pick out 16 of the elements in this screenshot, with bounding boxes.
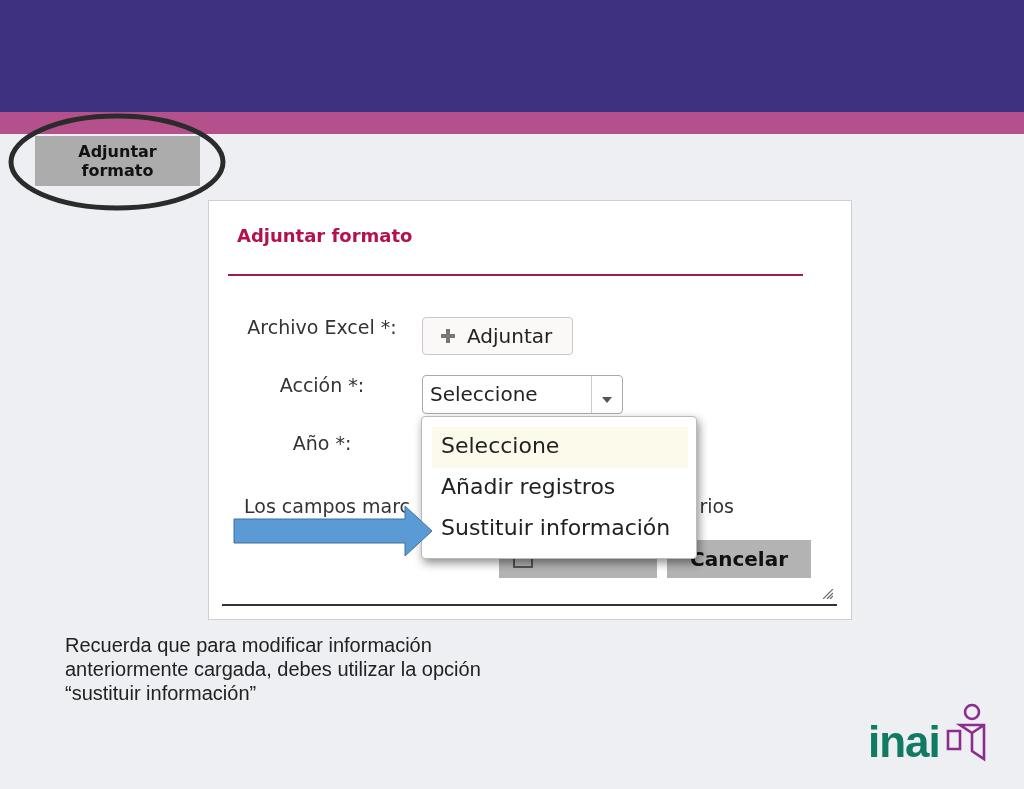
- caption-text: Recuerda que para modificar información anteriormente cargada, debes utilizar la opción “sustituir información”: [65, 633, 482, 705]
- action-select[interactable]: Seleccione: [422, 374, 623, 414]
- caret-icon: [602, 397, 612, 403]
- field-label: Año *:: [291, 432, 353, 454]
- attach-button[interactable]: Adjuntar: [422, 317, 574, 355]
- plus-icon: [441, 329, 455, 343]
- field-label: Acción *:: [278, 374, 366, 396]
- logo-text: inai: [868, 719, 940, 765]
- dropdown-option[interactable]: Seleccione: [432, 427, 688, 468]
- note-text: Los campos marc: [244, 494, 411, 518]
- attach-format-button[interactable]: Adjuntar formato: [35, 136, 200, 186]
- dropdown-option[interactable]: Añadir registros: [432, 468, 688, 509]
- dialog-title: Adjuntar formato: [236, 224, 414, 248]
- note-text: rios: [699, 494, 734, 518]
- resize-grip-icon: [823, 589, 833, 599]
- field-label: Archivo Excel *:: [246, 316, 398, 338]
